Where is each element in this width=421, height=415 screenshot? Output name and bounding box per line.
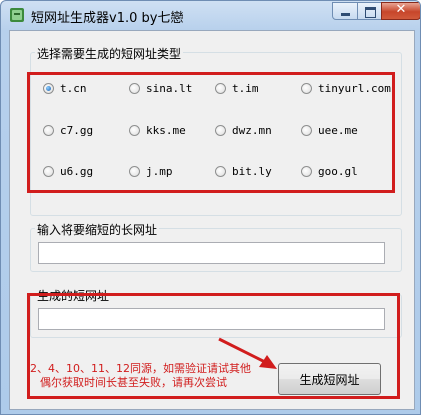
title-bar[interactable]: 短网址生成器v1.0 by七戀 ✕: [1, 1, 420, 29]
app-window: 短网址生成器v1.0 by七戀 ✕ 选择需要生成的短网址类型 t.cn sina.…: [0, 0, 421, 415]
generate-short-url-button[interactable]: 生成短网址: [278, 363, 381, 395]
window-title: 短网址生成器v1.0 by七戀: [31, 11, 184, 26]
app-icon: [10, 8, 24, 22]
client-area: 选择需要生成的短网址类型 t.cn sina.lt t.im tinyurl.com c…: [9, 30, 415, 410]
minimize-button[interactable]: [332, 2, 358, 20]
close-button[interactable]: ✕: [381, 2, 420, 20]
maximize-icon: [365, 7, 376, 18]
note-line-2: 偶尔获取时间长甚至失败，请再次尝试: [40, 376, 227, 389]
annotation-box-types: [27, 72, 395, 193]
long-url-caption: 输入将要缩短的长网址: [35, 221, 160, 238]
minimize-icon: [341, 13, 350, 16]
type-group-caption: 选择需要生成的短网址类型: [35, 45, 184, 62]
maximize-button[interactable]: [357, 2, 382, 20]
long-url-input[interactable]: [38, 242, 385, 264]
close-icon: ✕: [395, 2, 407, 17]
note-line-1: 2、4、10、11、12同源，如需验证请试其他: [30, 362, 251, 375]
